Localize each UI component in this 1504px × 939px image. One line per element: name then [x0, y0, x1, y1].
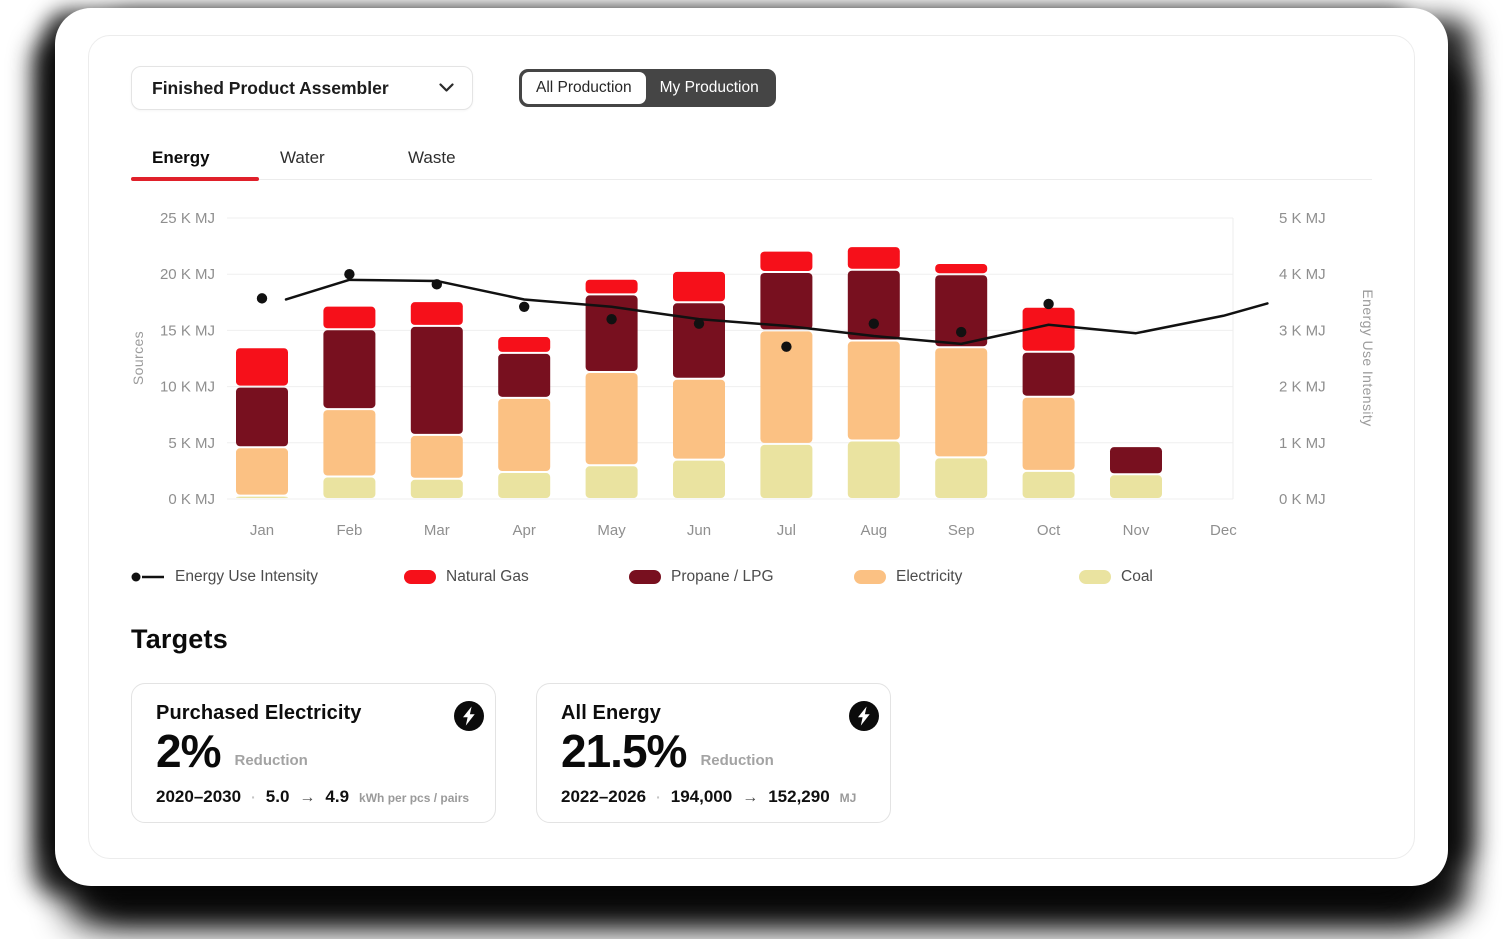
target-period: 2020–2030 [156, 787, 241, 807]
target-meta: 2020–2030 · 5.0 → 4.9 kWh per pcs / pair… [156, 787, 471, 807]
svg-text:Jul: Jul [777, 522, 796, 539]
target-value-suffix: Reduction [700, 752, 773, 774]
dot-separator: · [251, 789, 256, 805]
top-bar: Finished Product Assembler All Productio… [131, 66, 1372, 110]
page-background: Finished Product Assembler All Productio… [0, 0, 1504, 939]
target-card-all-energy: All Energy 21.5% Reduction 2022–2026 · 1… [536, 683, 891, 823]
legend-label: Energy Use Intensity [175, 568, 318, 586]
tab-energy[interactable]: Energy [131, 136, 259, 179]
svg-text:20 K MJ: 20 K MJ [160, 266, 215, 283]
chart-legend: Energy Use Intensity Natural Gas Propane… [131, 568, 1372, 592]
target-value-suffix: Reduction [234, 752, 307, 774]
legend-propane-lpg[interactable]: Propane / LPG [629, 568, 774, 586]
svg-text:0 K MJ: 0 K MJ [1279, 491, 1326, 508]
legend-coal[interactable]: Coal [1079, 568, 1153, 586]
coal-swatch [1079, 570, 1111, 584]
svg-text:15 K MJ: 15 K MJ [160, 322, 215, 339]
arrow-right-icon: → [742, 789, 758, 807]
chevron-down-icon [439, 83, 454, 93]
tab-water[interactable]: Water [259, 136, 387, 179]
tab-waste[interactable]: Waste [387, 136, 515, 179]
dashboard-panel: Finished Product Assembler All Productio… [88, 35, 1415, 859]
toggle-all-production[interactable]: All Production [522, 72, 646, 104]
svg-text:Mar: Mar [424, 522, 450, 539]
facility-dropdown-value: Finished Product Assembler [152, 78, 389, 99]
svg-text:1 K MJ: 1 K MJ [1279, 435, 1326, 452]
target-value: 21.5% [561, 730, 686, 774]
svg-text:5 K MJ: 5 K MJ [1279, 210, 1326, 227]
svg-text:Sources: Sources [131, 331, 146, 385]
target-period: 2022–2026 [561, 787, 646, 807]
production-toggle: All Production My Production [519, 69, 776, 107]
legend-electricity[interactable]: Electricity [854, 568, 962, 586]
legend-label: Coal [1121, 568, 1153, 586]
legend-label: Propane / LPG [671, 568, 774, 586]
dot-separator: · [656, 789, 661, 805]
target-unit: MJ [840, 791, 857, 805]
svg-text:0 K MJ: 0 K MJ [168, 491, 215, 508]
legend-natural-gas[interactable]: Natural Gas [404, 568, 529, 586]
target-from-value: 5.0 [266, 787, 290, 807]
propane-lpg-swatch [629, 570, 661, 584]
svg-text:May: May [597, 522, 626, 539]
facility-dropdown[interactable]: Finished Product Assembler [131, 66, 473, 110]
svg-text:Energy Use Intensity: Energy Use Intensity [1360, 289, 1376, 426]
svg-text:4 K MJ: 4 K MJ [1279, 266, 1326, 283]
target-from-value: 194,000 [671, 787, 732, 807]
svg-text:Nov: Nov [1123, 522, 1150, 539]
line-dot-icon [131, 571, 165, 583]
legend-label: Natural Gas [446, 568, 529, 586]
target-unit: kWh per pcs / pairs [359, 791, 469, 805]
energy-sources-chart[interactable]: 0 K MJ 0 K MJ 5 K MJ 1 K MJ 10 K MJ 2 K MJ 15 … [131, 202, 1372, 552]
svg-text:10 K MJ: 10 K MJ [160, 379, 215, 396]
svg-text:Feb: Feb [336, 522, 362, 539]
target-value: 2% [156, 730, 220, 774]
svg-text:25 K MJ: 25 K MJ [160, 210, 215, 227]
target-card-purchased-electricity: Purchased Electricity 2% Reduction 2020–… [131, 683, 496, 823]
svg-text:Jun: Jun [687, 522, 711, 539]
svg-text:Dec: Dec [1210, 522, 1237, 539]
target-meta: 2022–2026 · 194,000 → 152,290 MJ [561, 787, 866, 807]
target-card-title: Purchased Electricity [156, 702, 471, 725]
lightning-bolt-icon [848, 700, 880, 732]
target-card-title: All Energy [561, 702, 866, 725]
electricity-swatch [854, 570, 886, 584]
targets-heading: Targets [131, 624, 1372, 655]
svg-text:Sep: Sep [948, 522, 975, 539]
svg-text:Apr: Apr [513, 522, 536, 539]
target-to-value: 4.9 [325, 787, 349, 807]
legend-energy-use-intensity[interactable]: Energy Use Intensity [131, 568, 318, 586]
target-to-value: 152,290 [768, 787, 829, 807]
app-window: Finished Product Assembler All Productio… [55, 8, 1448, 886]
lightning-bolt-icon [453, 700, 485, 732]
svg-text:5 K MJ: 5 K MJ [168, 435, 215, 452]
target-cards: Purchased Electricity 2% Reduction 2020–… [131, 683, 1372, 823]
toggle-my-production[interactable]: My Production [646, 72, 773, 104]
arrow-right-icon: → [299, 789, 315, 807]
svg-text:Jan: Jan [250, 522, 274, 539]
svg-text:Aug: Aug [860, 522, 887, 539]
legend-label: Electricity [896, 568, 962, 586]
svg-text:Oct: Oct [1037, 522, 1061, 539]
svg-text:2 K MJ: 2 K MJ [1279, 379, 1326, 396]
natural-gas-swatch [404, 570, 436, 584]
svg-text:3 K MJ: 3 K MJ [1279, 322, 1326, 339]
tab-bar: Energy Water Waste [131, 136, 1372, 180]
